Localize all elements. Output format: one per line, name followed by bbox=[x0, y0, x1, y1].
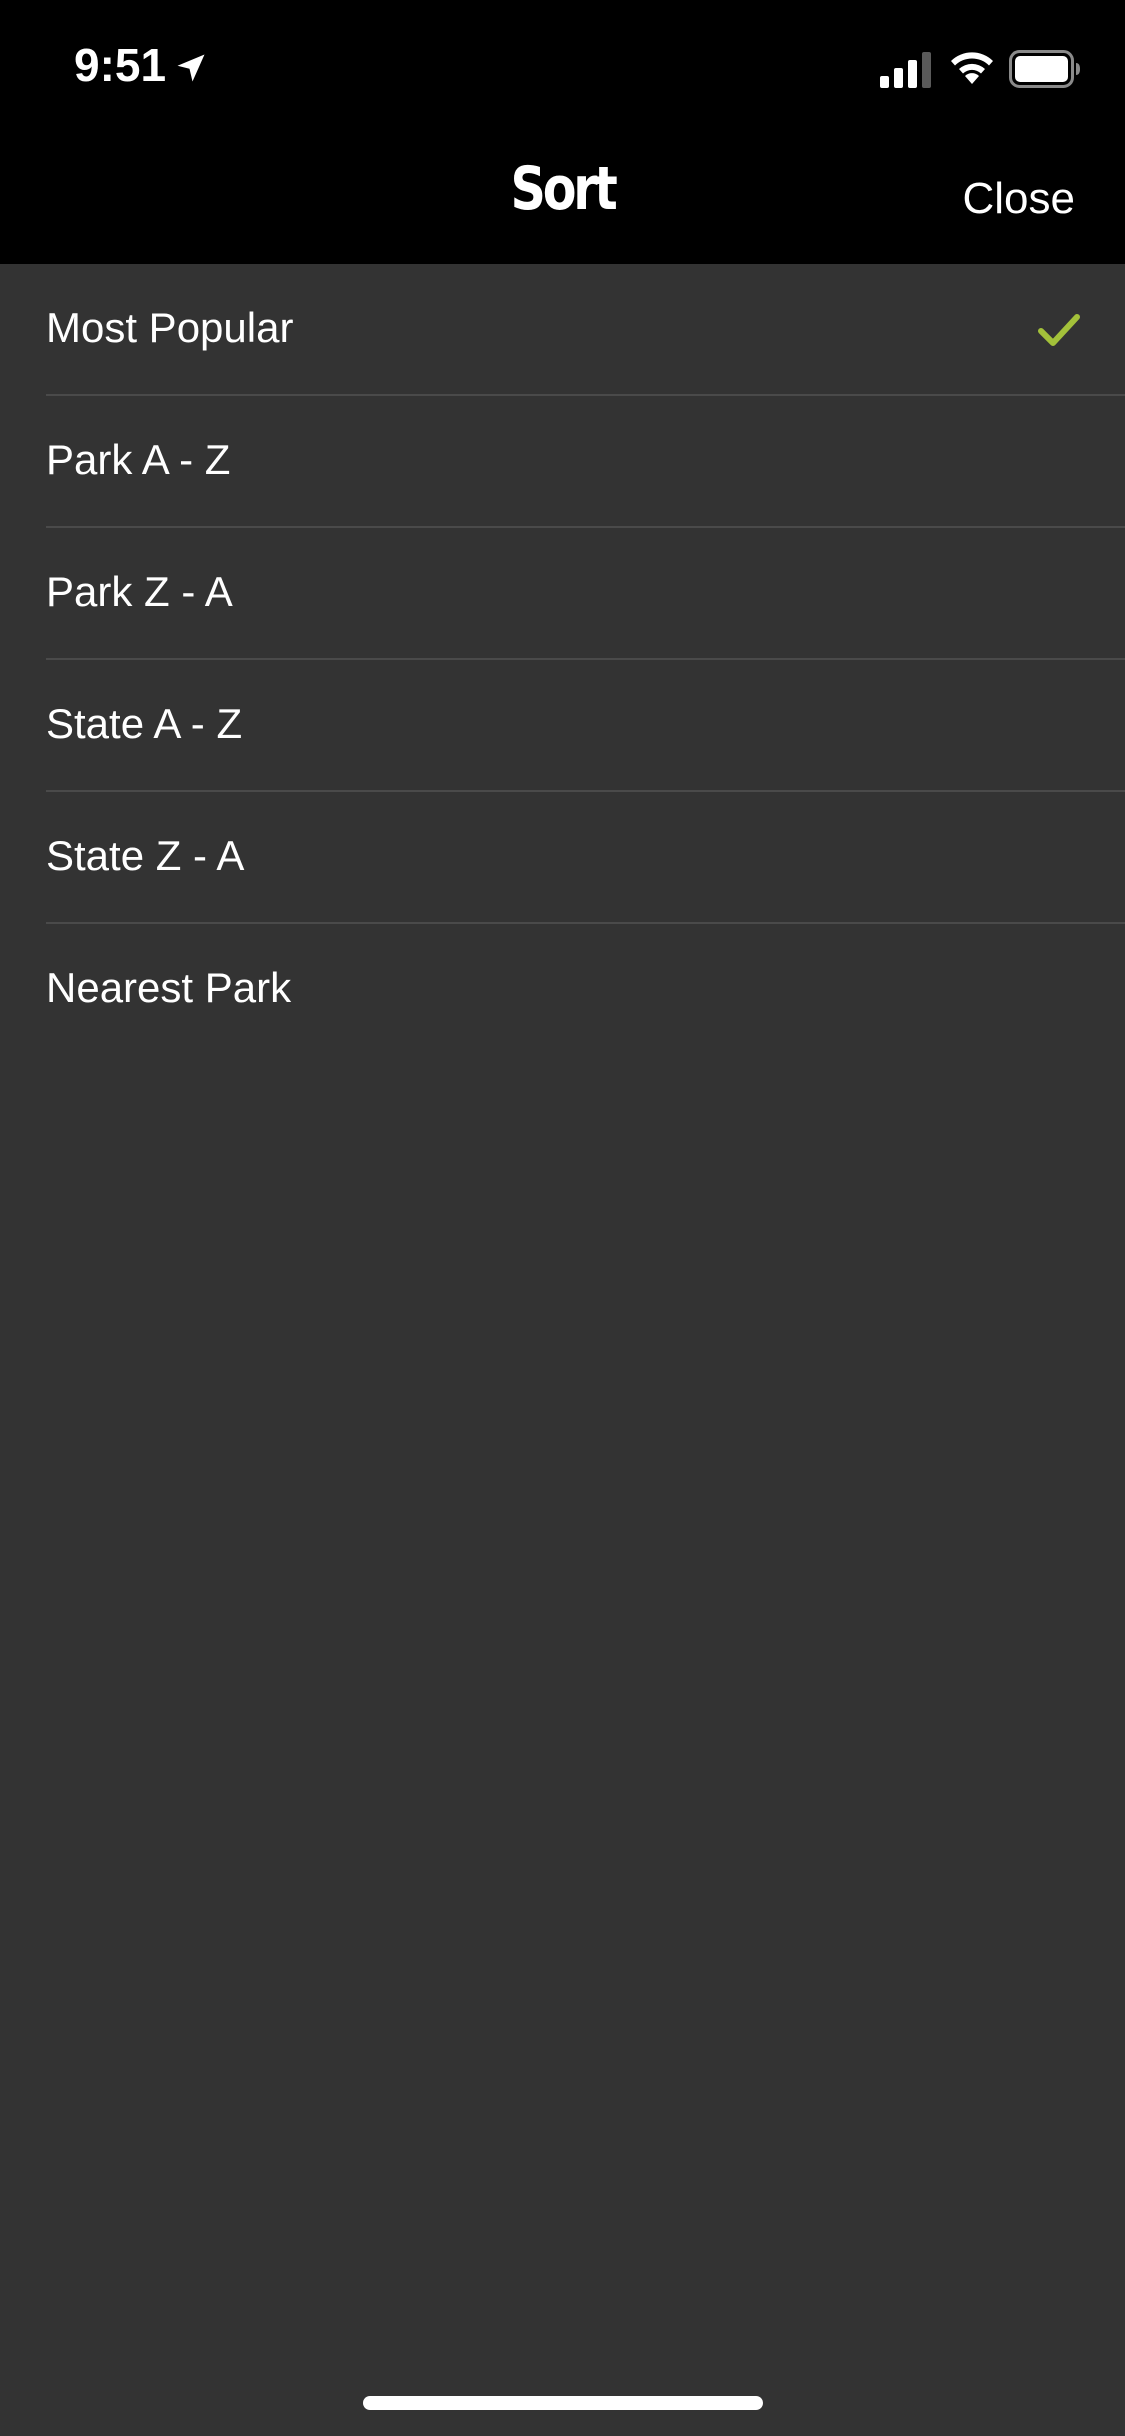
home-indicator[interactable] bbox=[363, 2396, 763, 2410]
sort-option-nearest-park[interactable]: Nearest Park bbox=[0, 924, 1125, 1056]
close-button[interactable]: Close bbox=[963, 174, 1076, 224]
battery-icon bbox=[1009, 50, 1080, 88]
status-bar: 9:51 bbox=[0, 0, 1125, 132]
sort-option-state-z-a[interactable]: State Z - A bbox=[0, 792, 1125, 924]
sort-option-most-popular[interactable]: Most Popular bbox=[0, 264, 1125, 396]
sort-option-state-a-z[interactable]: State A - Z bbox=[0, 660, 1125, 792]
sort-option-park-a-z[interactable]: Park A - Z bbox=[0, 396, 1125, 528]
location-arrow-icon bbox=[177, 54, 205, 82]
sort-options-list: Most Popular Park A - Z Park Z - A State… bbox=[0, 264, 1125, 1056]
sort-option-label: Park Z - A bbox=[46, 568, 233, 615]
sort-option-label: State Z - A bbox=[46, 832, 245, 879]
sort-option-label: Nearest Park bbox=[46, 964, 292, 1011]
status-time: 9:51 bbox=[74, 39, 167, 91]
sort-option-label: Park A - Z bbox=[46, 436, 231, 483]
sort-option-park-z-a[interactable]: Park Z - A bbox=[0, 528, 1125, 660]
checkmark-icon bbox=[1038, 314, 1080, 346]
page-title: Sort bbox=[510, 154, 618, 224]
cellular-signal-icon bbox=[880, 52, 931, 88]
sort-option-label: Most Popular bbox=[46, 304, 294, 351]
wifi-icon bbox=[951, 52, 993, 84]
sort-option-label: State A - Z bbox=[46, 700, 243, 747]
nav-bar: Sort Close bbox=[0, 132, 1125, 264]
